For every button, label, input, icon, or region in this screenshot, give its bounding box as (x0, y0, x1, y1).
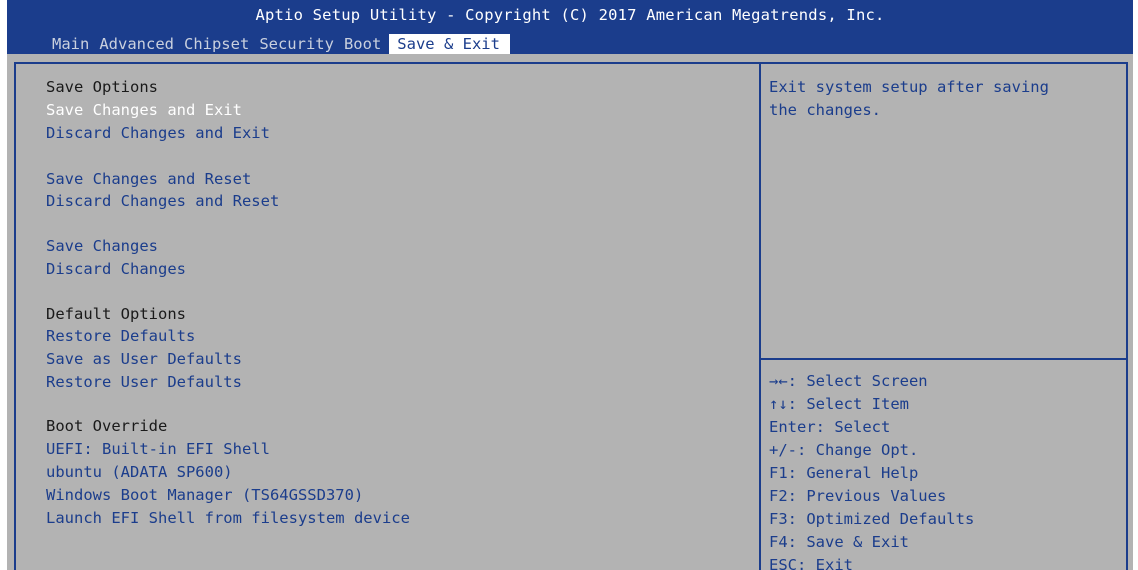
app-title: Aptio Setup Utility - Copyright (C) 2017… (255, 6, 885, 24)
tab-bar: Main Advanced Chipset Security Boot Save… (52, 34, 516, 54)
menu-item-restore-defaults[interactable]: Restore Defaults (46, 325, 195, 347)
menu-item-save-changes-and-exit[interactable]: Save Changes and Exit (46, 99, 242, 121)
menu-item-ubuntu[interactable]: ubuntu (ADATA SP600) (46, 461, 233, 483)
tab-advanced[interactable]: Advanced (99, 34, 178, 54)
key-f4-save-exit: F4: Save & Exit (769, 533, 909, 551)
help-text: Exit system setup after saving the chang… (769, 76, 1129, 122)
menu-item-launch-efi-shell[interactable]: Launch EFI Shell from filesystem device (46, 507, 410, 529)
menu-item-save-changes-and-reset[interactable]: Save Changes and Reset (46, 168, 251, 190)
panel-divider-vertical (759, 62, 761, 570)
key-change-opt: +/-: Change Opt. (769, 441, 919, 459)
key-f2-previous-values: F2: Previous Values (769, 487, 947, 505)
menu-item-discard-changes-and-reset[interactable]: Discard Changes and Reset (46, 190, 279, 212)
key-f3-optimized-defaults: F3: Optimized Defaults (769, 510, 975, 528)
tab-boot[interactable]: Boot (344, 34, 385, 54)
key-enter-select: Enter: Select (769, 418, 891, 436)
tab-chipset[interactable]: Chipset (184, 34, 253, 54)
help-line-1: Exit system setup after saving (769, 78, 1049, 96)
section-heading-default-options: Default Options (46, 305, 186, 323)
menu-item-restore-user-defaults[interactable]: Restore User Defaults (46, 371, 242, 393)
section-heading-boot-override: Boot Override (46, 417, 168, 435)
panel-divider-horizontal (761, 358, 1128, 360)
menu-item-discard-changes[interactable]: Discard Changes (46, 258, 186, 280)
bios-window: Aptio Setup Utility - Copyright (C) 2017… (7, 0, 1133, 570)
menu-item-save-changes[interactable]: Save Changes (46, 235, 158, 257)
tab-save-exit[interactable]: Save & Exit (389, 34, 510, 54)
key-esc-exit: ESC: Exit (769, 556, 853, 570)
tab-security[interactable]: Security (259, 34, 338, 54)
key-f1-general-help: F1: General Help (769, 464, 919, 482)
menu-item-discard-changes-and-exit[interactable]: Discard Changes and Exit (46, 122, 270, 144)
menu-item-save-as-user-defaults[interactable]: Save as User Defaults (46, 348, 242, 370)
header-bar: Aptio Setup Utility - Copyright (C) 2017… (7, 0, 1133, 54)
section-heading-save-options: Save Options (46, 78, 158, 96)
tab-main[interactable]: Main (52, 34, 93, 54)
help-line-2: the changes. (769, 101, 881, 119)
menu-item-uefi-shell[interactable]: UEFI: Built-in EFI Shell (46, 438, 270, 460)
key-select-item: ↑↓: Select Item (769, 395, 909, 413)
menu-item-windows-boot-manager[interactable]: Windows Boot Manager (TS64GSSD370) (46, 484, 363, 506)
key-select-screen: →←: Select Screen (769, 372, 928, 390)
